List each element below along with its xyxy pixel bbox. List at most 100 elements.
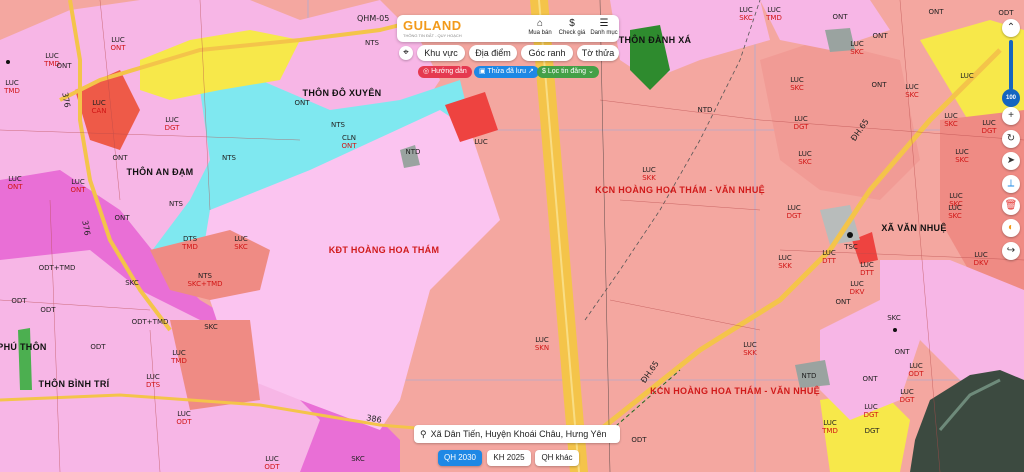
parcel-label[interactable]: LUC TMD <box>4 79 20 95</box>
parcel-label[interactable]: LUC SKC <box>905 83 919 99</box>
parcel-label[interactable]: LUC SKC <box>955 148 969 164</box>
opacity-slider[interactable] <box>1009 40 1013 90</box>
parcel-label[interactable]: LUC TMD <box>171 349 187 365</box>
guland-logo[interactable]: GULAND <box>403 18 462 33</box>
parcel-label[interactable]: NTD <box>802 372 817 380</box>
parcel-label[interactable]: ODT <box>11 297 26 305</box>
zoom-in-button[interactable]: + <box>1002 107 1020 125</box>
parcel-label[interactable]: NTD <box>406 148 421 156</box>
parcel-label[interactable]: ODT+TMD <box>39 264 76 272</box>
parcel-label[interactable]: LUC <box>474 138 488 146</box>
parcel-label[interactable]: LUC TMD <box>766 6 782 22</box>
parcel-label[interactable]: NTS <box>331 121 345 129</box>
parcel-land-use: LUC <box>111 36 125 44</box>
parcel-label[interactable]: LUC DTT <box>822 249 836 265</box>
parcel-label[interactable]: LUC SKC <box>944 112 958 128</box>
parcel-label[interactable]: LUC SKK <box>743 341 757 357</box>
parcel-label[interactable]: LUC DGT <box>864 403 879 419</box>
parcel-label[interactable]: LUC ONT <box>70 178 85 194</box>
parcel-land-use: ONT <box>835 298 851 306</box>
parcel-label[interactable]: ONT <box>872 32 887 40</box>
parcel-land-use: ONT <box>871 81 887 89</box>
measure-button[interactable]: ⟂ <box>1002 175 1020 193</box>
parcel-label[interactable]: TSC <box>844 243 858 251</box>
parcel-label[interactable]: ONT <box>114 214 129 222</box>
parcel-label[interactable]: LUC SKC <box>798 150 812 166</box>
parcel-label[interactable]: LUC SKC <box>948 204 962 220</box>
layers-button[interactable]: ◐ <box>1002 219 1020 237</box>
parcel-label[interactable]: LUC DKV <box>850 280 865 296</box>
parcel-label[interactable]: LUC DGT <box>794 115 809 131</box>
parcel-label[interactable]: ODT <box>40 306 55 314</box>
parcel-label[interactable]: LUC ODT <box>264 455 279 471</box>
parcel-label[interactable]: ONT <box>835 298 850 306</box>
parcel-label[interactable]: NTS <box>365 39 379 47</box>
parcel-label[interactable]: LUC SKC <box>790 76 804 92</box>
parcel-label[interactable]: ONT <box>294 99 309 107</box>
parcel-label[interactable]: NTS SKC+TMD <box>187 272 222 288</box>
navigate-button[interactable]: ➤ <box>1002 152 1020 170</box>
parcel-label[interactable]: LUC SKN <box>535 336 549 352</box>
category-button[interactable]: ☰ Danh mục <box>589 18 619 40</box>
parcel-label[interactable]: LUC <box>960 72 974 80</box>
parcel-label[interactable]: SKC <box>351 455 365 463</box>
parcel-label[interactable]: LUC DTS <box>146 373 160 389</box>
guide-pill[interactable]: ◎ Hướng dẫn <box>418 66 472 78</box>
parcel-label[interactable]: NTS <box>169 200 183 208</box>
locate-button[interactable]: ⌖ <box>399 46 413 60</box>
parcel-label[interactable]: LUC CAN <box>92 99 107 115</box>
check-price-button[interactable]: $ Check giá <box>557 18 587 40</box>
parcel-label[interactable]: LUC DGT <box>900 388 915 404</box>
parcel-label[interactable]: DTS TMD <box>182 235 198 251</box>
chip-sheet[interactable]: Tờ thửa <box>577 45 619 61</box>
parcel-label[interactable]: LUC ODT <box>908 362 923 378</box>
parcel-label[interactable]: SKC <box>125 279 139 287</box>
parcel-label[interactable]: ONT <box>56 62 71 70</box>
parcel-label[interactable]: NTS <box>222 154 236 162</box>
saved-parcels-pill[interactable]: ▣ Thửa đã lưu ↗ <box>474 66 539 78</box>
parcel-label[interactable]: CLN ONT <box>341 134 356 150</box>
plan-2025-button[interactable]: KH 2025 <box>487 450 531 466</box>
parcel-label[interactable]: LUC ODT <box>176 410 191 426</box>
filter-listings-pill[interactable]: $ Lọc tin đăng ⌄ <box>537 66 599 78</box>
refresh-button[interactable]: ↻ <box>1002 130 1020 148</box>
parcel-label[interactable]: NTD <box>698 106 713 114</box>
parcel-label[interactable]: LUC DTT <box>860 261 874 277</box>
parcel-label[interactable]: LUC DKV <box>974 251 989 267</box>
parcel-label[interactable]: LUC ONT <box>7 175 22 191</box>
parcel-label[interactable]: ONT <box>928 8 943 16</box>
parcel-label[interactable]: ONT <box>894 348 909 356</box>
parcel-label[interactable]: LUC DGT <box>787 204 802 220</box>
address-bar[interactable]: ⚲ Xã Dân Tiến, Huyện Khoái Châu, Hưng Yên <box>414 425 620 443</box>
plan-other-button[interactable]: QH khác <box>535 450 579 466</box>
parcel-label[interactable]: LUC SKC <box>739 6 753 22</box>
parcel-label[interactable]: SKC <box>204 323 218 331</box>
buy-sell-button[interactable]: ⌂ Mua bán <box>525 18 555 40</box>
parcel-label[interactable]: LUC DGT <box>982 119 997 135</box>
parcel-label[interactable]: LUC ONT <box>110 36 125 52</box>
chip-corner[interactable]: Góc ranh <box>521 45 573 61</box>
parcel-label[interactable]: LUC SKC <box>234 235 248 251</box>
collapse-button[interactable]: ⌃ <box>1002 19 1020 37</box>
parcel-label[interactable]: SKC <box>887 314 901 322</box>
parcel-label[interactable]: ODT <box>631 436 646 444</box>
parcel-label[interactable]: ODT+TMD <box>132 318 169 326</box>
parcel-label[interactable]: ONT <box>871 81 886 89</box>
parcel-label[interactable]: LUC SKK <box>642 166 656 182</box>
parcel-label[interactable]: ODT <box>998 9 1013 17</box>
parcel-label[interactable]: ODT <box>90 343 105 351</box>
parcel-label[interactable]: LUC DGT <box>165 116 180 132</box>
chip-area[interactable]: Khu vực <box>417 45 465 61</box>
chip-place[interactable]: Địa điểm <box>469 45 517 61</box>
parcel-label[interactable]: ONT <box>832 13 847 21</box>
parcel-label[interactable]: LUC SKK <box>778 254 792 270</box>
parcel-label[interactable]: ONT <box>862 375 877 383</box>
delete-button[interactable]: 🗑 <box>1002 197 1020 215</box>
parcel-land-use: ONT <box>894 348 910 356</box>
parcel-label[interactable]: ONT <box>112 154 127 162</box>
share-button[interactable]: ↪ <box>1002 242 1020 260</box>
parcel-label[interactable]: LUC SKC <box>850 40 864 56</box>
parcel-label[interactable]: LUC TMD <box>822 419 838 435</box>
parcel-label[interactable]: DGT <box>865 427 880 435</box>
plan-2030-button[interactable]: QH 2030 <box>438 450 482 466</box>
